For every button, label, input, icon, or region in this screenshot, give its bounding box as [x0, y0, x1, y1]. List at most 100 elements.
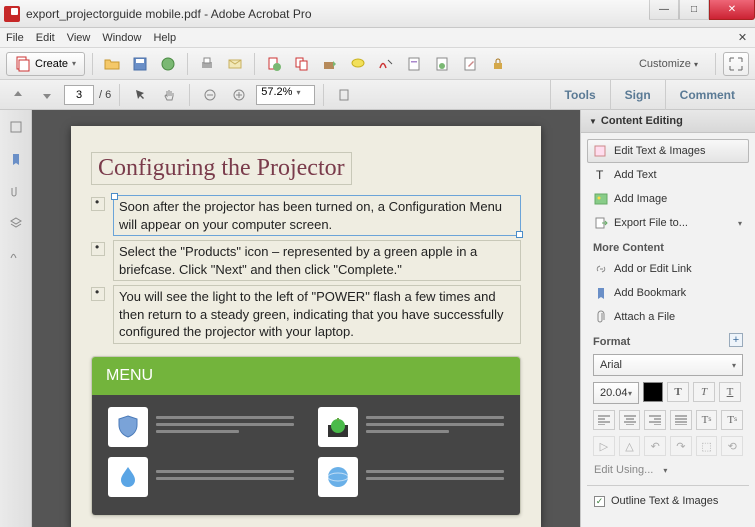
next-page-button[interactable]	[35, 83, 59, 107]
format-label: Format	[593, 336, 630, 348]
tab-sign[interactable]: Sign	[610, 80, 665, 110]
tab-comment[interactable]: Comment	[665, 80, 749, 110]
multimedia-button[interactable]	[430, 52, 454, 76]
doc-heading[interactable]: Configuring the Projector	[91, 152, 352, 185]
bullet-marker[interactable]	[91, 197, 105, 211]
edit-using-button[interactable]: Edit Using...▾	[587, 459, 749, 481]
zoom-in-button[interactable]	[227, 83, 251, 107]
share-icon	[322, 56, 338, 72]
bullet-marker[interactable]	[91, 242, 105, 256]
fit-page-button[interactable]	[332, 83, 356, 107]
edit-text-images-button[interactable]: Edit Text & Images	[587, 139, 749, 163]
menu-file[interactable]: File	[6, 32, 24, 44]
document-area[interactable]: Configuring the Projector Soon after the…	[32, 110, 580, 527]
window-title: export_projectorguide mobile.pdf - Adobe…	[26, 7, 312, 21]
maximize-button[interactable]: □	[679, 0, 709, 20]
page-number-input[interactable]	[64, 85, 94, 105]
comment-button[interactable]	[346, 52, 370, 76]
envelope-icon	[227, 56, 243, 72]
droplet-icon	[108, 457, 148, 497]
expand-icon	[728, 56, 744, 72]
replace-button[interactable]: ⟲	[721, 436, 743, 456]
export-icon	[594, 216, 608, 230]
rotate-cw-button[interactable]: ↷	[670, 436, 692, 456]
superscript-button[interactable]: Ts	[696, 410, 718, 430]
format-expand-button[interactable]: +	[729, 333, 743, 347]
protect-button[interactable]	[486, 52, 510, 76]
color-swatch[interactable]	[643, 382, 663, 402]
cursor-icon	[133, 88, 147, 102]
layers-icon[interactable]	[7, 214, 25, 232]
zoom-out-button[interactable]	[198, 83, 222, 107]
menu-help[interactable]: Help	[153, 32, 176, 44]
print-button[interactable]	[195, 52, 219, 76]
hand-tool[interactable]	[157, 83, 181, 107]
sign-button[interactable]	[374, 52, 398, 76]
bullet-marker[interactable]	[91, 287, 105, 301]
export-file-button[interactable]: Export File to... ▾	[587, 211, 749, 235]
outline-checkbox-row[interactable]: ✓ Outline Text & Images	[587, 490, 749, 512]
embedded-menu-image[interactable]: MENU	[91, 356, 521, 516]
share-button[interactable]	[318, 52, 342, 76]
save-web-button[interactable]	[156, 52, 180, 76]
collapse-menu-icon[interactable]: ✕	[736, 31, 749, 44]
doc-bullet-2[interactable]: Select the "Products" icon – represented…	[113, 240, 521, 281]
create-pdf-button[interactable]	[262, 52, 286, 76]
pdf-create-icon	[266, 56, 282, 72]
combine-icon	[294, 56, 310, 72]
apple-briefcase-icon	[318, 407, 358, 447]
flip-v-button[interactable]: △	[619, 436, 641, 456]
attachments-icon[interactable]	[7, 182, 25, 200]
bookmark-icon	[594, 286, 608, 300]
subscript-button[interactable]: Ts	[721, 410, 743, 430]
open-button[interactable]	[100, 52, 124, 76]
add-link-button[interactable]: Add or Edit Link	[587, 257, 749, 281]
menu-view[interactable]: View	[67, 32, 91, 44]
flip-h-button[interactable]: ▷	[593, 436, 615, 456]
font-size-input[interactable]: 20.04▾	[593, 382, 639, 404]
signatures-icon[interactable]	[7, 246, 25, 264]
italic-button[interactable]: T	[693, 382, 715, 402]
prev-page-button[interactable]	[6, 83, 30, 107]
align-right-button[interactable]	[644, 410, 666, 430]
doc-bullet-1[interactable]: Soon after the projector has been turned…	[113, 195, 521, 236]
align-left-button[interactable]	[593, 410, 615, 430]
select-tool[interactable]	[128, 83, 152, 107]
align-justify-button[interactable]	[670, 410, 692, 430]
forms-button[interactable]	[402, 52, 426, 76]
bookmarks-icon[interactable]	[7, 150, 25, 168]
workspace: Configuring the Projector Soon after the…	[0, 110, 755, 527]
panel-header-content-editing[interactable]: ▼Content Editing	[581, 110, 755, 133]
add-image-button[interactable]: Add Image	[587, 187, 749, 211]
font-select[interactable]: Arial▾	[593, 354, 743, 376]
reading-mode-button[interactable]	[723, 52, 749, 76]
bold-button[interactable]: T	[667, 382, 689, 402]
crop-button[interactable]: ⬚	[696, 436, 718, 456]
main-toolbar: Create ▾ Customize ▾	[0, 48, 755, 80]
close-button[interactable]: ✕	[709, 0, 755, 20]
add-text-button[interactable]: T Add Text	[587, 163, 749, 187]
email-button[interactable]	[223, 52, 247, 76]
save-button[interactable]	[128, 52, 152, 76]
tab-tools[interactable]: Tools	[550, 80, 610, 110]
globe-icon	[318, 457, 358, 497]
page-total: / 6	[99, 89, 111, 101]
attach-file-button[interactable]: Attach a File	[587, 305, 749, 329]
rotate-ccw-button[interactable]: ↶	[644, 436, 666, 456]
align-center-button[interactable]	[619, 410, 641, 430]
add-bookmark-button[interactable]: Add Bookmark	[587, 281, 749, 305]
thumbnails-icon[interactable]	[7, 118, 25, 136]
customize-button[interactable]: Customize ▾	[629, 58, 708, 70]
create-button[interactable]: Create ▾	[6, 52, 85, 76]
form-icon	[406, 56, 422, 72]
minimize-button[interactable]: —	[649, 0, 679, 20]
doc-bullet-3[interactable]: You will see the light to the left of "P…	[113, 285, 521, 344]
underline-button[interactable]: T	[719, 382, 741, 402]
zoom-select[interactable]: 57.2%▾	[256, 85, 315, 105]
menu-edit[interactable]: Edit	[36, 32, 55, 44]
menu-window[interactable]: Window	[102, 32, 141, 44]
edit-button[interactable]	[458, 52, 482, 76]
minus-icon	[203, 88, 217, 102]
combine-button[interactable]	[290, 52, 314, 76]
save-icon	[132, 56, 148, 72]
